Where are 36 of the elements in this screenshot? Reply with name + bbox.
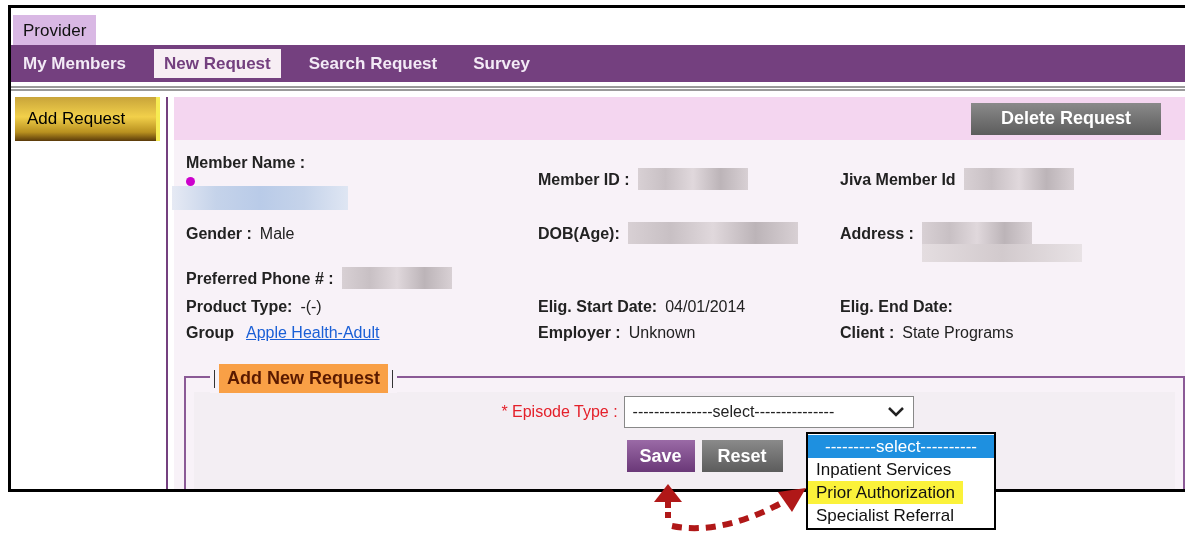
- field-label: Elig. End Date:: [840, 297, 953, 317]
- episode-type-select[interactable]: ---------------select---------------: [623, 396, 914, 428]
- field-label: Member ID :: [538, 170, 630, 190]
- save-button[interactable]: Save: [626, 440, 695, 472]
- field-label: Client :: [840, 323, 895, 343]
- field-label: Member Name :: [186, 152, 307, 173]
- chevron-icon: [886, 406, 905, 418]
- dropdown-option[interactable]: Inpatient Services: [808, 458, 994, 481]
- nav-tab[interactable]: New Request: [154, 48, 281, 79]
- nav-tab[interactable]: Search Request: [300, 48, 446, 79]
- field-label: Group: [186, 323, 234, 343]
- dropdown-option[interactable]: ---------select----------: [808, 435, 994, 458]
- field-value: Male: [259, 224, 295, 244]
- field-label: Preferred Phone # :: [186, 269, 334, 289]
- field-label: Jiva Member Id: [840, 170, 956, 190]
- dropdown-option[interactable]: Specialist Referral: [808, 504, 994, 527]
- field-label: DOB(Age):: [538, 224, 620, 244]
- field-label: Employer :: [538, 323, 621, 343]
- group-link[interactable]: Apple Health-Adult: [246, 321, 380, 345]
- provider-tab[interactable]: Provider: [13, 15, 97, 45]
- legend-label: Add New Request: [219, 364, 389, 393]
- episode-type-label: * Episode Type :: [501, 402, 618, 422]
- nav-tab[interactable]: My Members: [15, 48, 134, 79]
- nav-tab[interactable]: Survey: [465, 48, 538, 79]
- dropdown-option[interactable]: Prior Authorization: [808, 481, 963, 504]
- add-request-button[interactable]: Add Request: [15, 97, 160, 141]
- field-value: 04/01/2014: [665, 297, 746, 317]
- field-value: -(-): [300, 297, 322, 317]
- field-value: State Programs: [902, 323, 1014, 343]
- field-label: Gender :: [186, 224, 252, 244]
- reset-button[interactable]: Reset: [701, 440, 783, 472]
- delete-request-button[interactable]: Delete Request: [971, 102, 1161, 135]
- field-value: Unknown: [628, 323, 696, 343]
- field-label: Product Type:: [186, 297, 293, 317]
- field-label: Address :: [840, 224, 914, 244]
- field-label: Elig. Start Date:: [538, 297, 658, 317]
